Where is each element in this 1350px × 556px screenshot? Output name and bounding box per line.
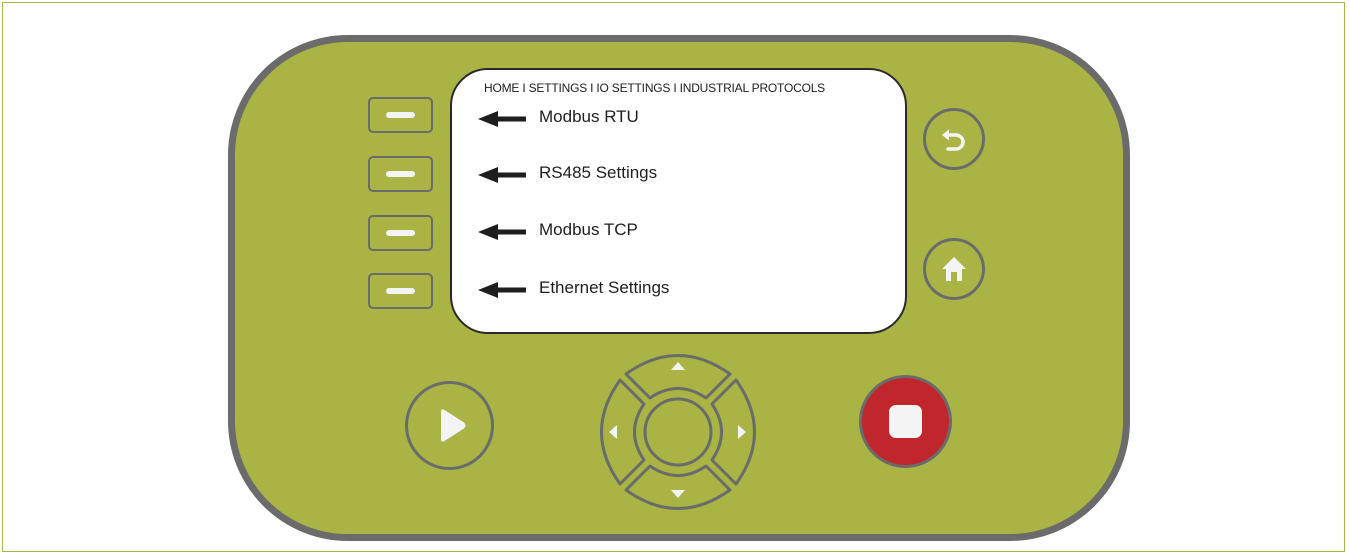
left-arrow-icon <box>478 224 526 240</box>
dpad-center-button[interactable] <box>643 397 713 467</box>
left-arrow-icon <box>478 111 526 127</box>
stop-button[interactable] <box>859 375 952 468</box>
menu-item-label: Modbus RTU <box>539 107 639 126</box>
minus-bar-icon <box>386 230 415 236</box>
soft-key-1[interactable] <box>368 97 433 133</box>
dpad <box>593 347 763 517</box>
minus-bar-icon <box>386 288 415 294</box>
dpad-left-button[interactable] <box>600 378 646 486</box>
minus-bar-icon <box>386 112 415 118</box>
play-icon <box>441 409 466 442</box>
soft-key-3[interactable] <box>368 215 433 251</box>
play-button[interactable] <box>405 381 494 470</box>
menu-item-label: Ethernet Settings <box>539 278 670 297</box>
menu-item-label: Modbus TCP <box>539 220 638 239</box>
undo-arrow-icon <box>942 129 965 151</box>
menu-item-label: RS485 Settings <box>539 163 658 182</box>
home-button[interactable] <box>923 238 985 300</box>
dpad-right-button[interactable] <box>710 378 756 486</box>
breadcrumb: HOME I SETTINGS I IO SETTINGS I INDUSTRI… <box>484 81 825 95</box>
soft-key-4[interactable] <box>368 273 433 309</box>
dpad-up-button[interactable] <box>624 354 732 400</box>
stop-icon <box>889 405 922 438</box>
minus-bar-icon <box>386 171 415 177</box>
soft-key-2[interactable] <box>368 156 433 192</box>
left-arrow-icon <box>478 167 526 183</box>
back-button[interactable] <box>923 108 985 170</box>
home-icon <box>942 257 966 281</box>
dpad-down-button[interactable] <box>624 464 732 510</box>
left-arrow-icon <box>478 282 526 298</box>
